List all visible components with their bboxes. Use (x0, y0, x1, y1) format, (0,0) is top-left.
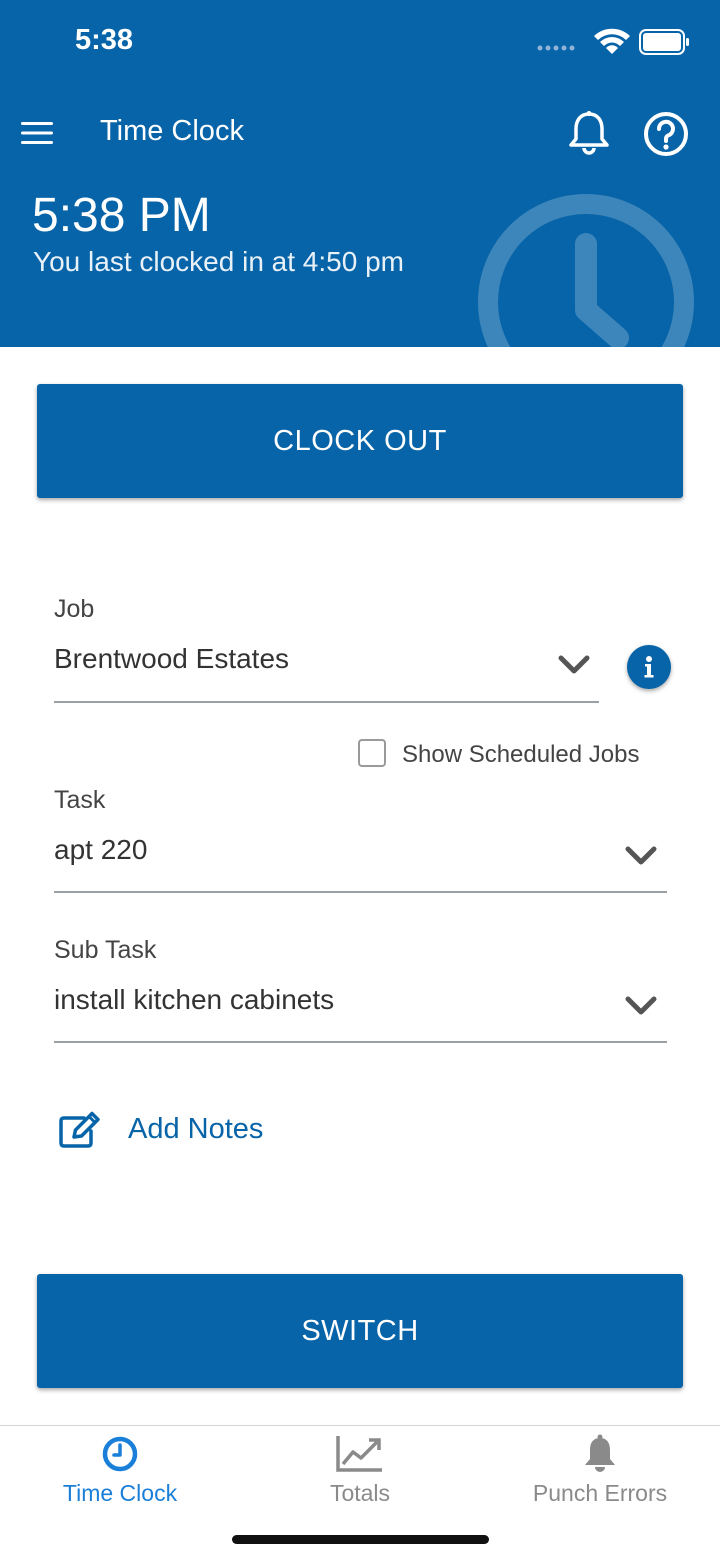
sub-task-select-value[interactable]: install kitchen cabinets (54, 984, 334, 1016)
clock-icon (102, 1436, 138, 1472)
menu-icon[interactable] (20, 118, 54, 148)
wifi-icon (594, 28, 630, 54)
page-title: Time Clock (100, 115, 244, 147)
tab-time-clock-label: Time Clock (62, 1480, 178, 1506)
status-icons (537, 28, 689, 55)
tab-punch-errors-label: Punch Errors (532, 1480, 668, 1506)
clock-out-button[interactable]: CLOCK OUT (37, 384, 683, 498)
clock-watermark-icon (478, 194, 694, 347)
tab-totals-label: Totals (329, 1480, 391, 1506)
job-chevron-down-icon[interactable] (557, 654, 591, 676)
last-clocked-in-text: You last clocked in at 4:50 pm (33, 246, 404, 277)
cellular-signal-icon (537, 45, 575, 51)
app-header: 5:38 Time Clock 5:38 PM You last clocked… (0, 0, 720, 347)
tab-totals[interactable]: Totals (240, 1426, 480, 1526)
home-indicator (232, 1535, 489, 1544)
line-chart-icon (336, 1436, 382, 1472)
sub-task-chevron-down-icon[interactable] (624, 995, 658, 1017)
tab-punch-errors[interactable]: Punch Errors (480, 1426, 720, 1526)
notifications-bell-icon[interactable] (566, 110, 612, 156)
show-scheduled-jobs-checkbox[interactable] (358, 739, 386, 767)
info-icon (644, 656, 654, 678)
show-scheduled-jobs-label[interactable]: Show Scheduled Jobs (402, 741, 640, 769)
battery-icon (639, 29, 689, 55)
task-underline (54, 891, 667, 893)
task-chevron-down-icon[interactable] (624, 845, 658, 867)
edit-notes-icon[interactable] (58, 1111, 102, 1149)
job-info-button[interactable] (627, 645, 671, 689)
current-time: 5:38 PM (32, 189, 211, 242)
job-select-value[interactable]: Brentwood Estates (54, 643, 289, 675)
add-notes-link[interactable]: Add Notes (128, 1113, 263, 1146)
status-time: 5:38 (75, 24, 134, 56)
tab-time-clock[interactable]: Time Clock (0, 1426, 240, 1526)
job-label: Job (54, 595, 95, 623)
sub-task-underline (54, 1041, 667, 1043)
bell-icon (585, 1434, 615, 1472)
switch-button[interactable]: SWITCH (37, 1274, 683, 1388)
job-underline (54, 701, 599, 703)
task-label: Task (54, 786, 106, 814)
help-icon[interactable] (642, 110, 690, 158)
sub-task-label: Sub Task (54, 936, 157, 964)
task-select-value[interactable]: apt 220 (54, 834, 147, 866)
